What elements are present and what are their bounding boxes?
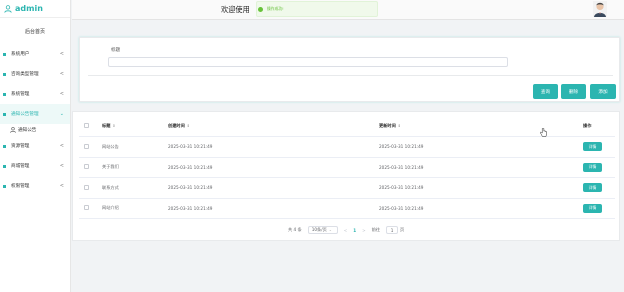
row-checkbox[interactable] <box>84 143 89 149</box>
prev-page-button[interactable]: < <box>344 228 348 233</box>
chevron-left-icon: < <box>59 71 64 77</box>
sidebar-item-notice-management[interactable]: 通知公告管理 ⌄ <box>0 104 70 124</box>
sidebar-item-label: 通知公告管理 <box>11 112 39 117</box>
divider <box>88 75 613 76</box>
sidebar-item-shop[interactable]: 商城管理 < <box>0 156 70 176</box>
welcome-text: 欢迎使用 <box>221 5 250 14</box>
pagination-total: 共 4 条 <box>288 227 302 232</box>
table-panel: 标题 ⇕ 创建时间 ⇕ 更新时间 ⇕ 操作 网站公告 2025-03-31 10:21… <box>72 111 620 241</box>
success-icon <box>258 6 263 12</box>
sidebar-item-label: 系统管理 <box>11 92 30 97</box>
sidebar-subitem-notices[interactable]: 通知公告 <box>0 124 70 136</box>
sidebar: admin 后台首页 系统用户 < 咨询类型管理 < 系统管理 < 通知公告管理… <box>0 0 71 292</box>
sidebar-item-label: 权限管理 <box>11 184 30 189</box>
menu-dot-icon <box>3 52 6 56</box>
pagination: 共 4 条 10条/页 ⌄ < 1 > 前往 1 页 <box>288 225 404 235</box>
notice-table: 标题 ⇕ 创建时间 ⇕ 更新时间 ⇕ 操作 网站公告 2025-03-31 10:21… <box>79 116 615 219</box>
column-header-actions: 操作 <box>583 123 592 128</box>
sidebar-item-resources[interactable]: 资源管理 < <box>0 136 70 156</box>
title-field-label: 标题 <box>111 48 121 53</box>
column-header-updated[interactable]: 更新时间 <box>379 123 396 128</box>
page-size-value: 10条/页 <box>311 227 327 232</box>
add-button[interactable]: 添加 <box>590 84 616 99</box>
logo: admin <box>0 0 70 18</box>
chevron-down-icon: ⌄ <box>328 228 332 232</box>
detail-button[interactable]: 详情 <box>583 203 602 213</box>
detail-button[interactable]: 详情 <box>583 142 602 152</box>
cell-created: 2025-03-31 10:21:49 <box>163 157 374 178</box>
sidebar-item-label: 咨询类型管理 <box>11 72 39 77</box>
chevron-left-icon: < <box>59 91 64 97</box>
page-size-select[interactable]: 10条/页 ⌄ <box>307 226 338 234</box>
column-header-title[interactable]: 标题 <box>102 123 110 128</box>
table-header-row: 标题 ⇕ 创建时间 ⇕ 更新时间 ⇕ 操作 <box>79 116 615 137</box>
top-header: 欢迎使用 操作成功! <box>72 0 624 20</box>
success-toast: 操作成功! <box>256 1 378 17</box>
cell-updated: 2025-03-31 10:21:49 <box>374 177 583 199</box>
chevron-left-icon: < <box>59 143 64 149</box>
delete-button[interactable]: 删除 <box>561 84 586 99</box>
page-number-current[interactable]: 1 <box>353 228 356 233</box>
select-all-checkbox[interactable] <box>84 123 89 128</box>
sort-icon[interactable]: ⇕ <box>187 124 190 128</box>
sort-icon[interactable]: ⇕ <box>398 124 401 128</box>
menu-dot-icon <box>3 72 6 76</box>
toast-message: 操作成功! <box>267 6 284 11</box>
goto-page-input[interactable]: 1 <box>386 226 399 234</box>
sort-icon[interactable]: ⇕ <box>112 124 115 128</box>
cell-created: 2025-03-31 10:21:49 <box>163 198 374 219</box>
row-checkbox[interactable] <box>84 184 89 190</box>
chevron-left-icon: < <box>59 163 64 169</box>
user-icon <box>10 127 16 133</box>
table-row: 关于我们 2025-03-31 10:21:49 2025-03-31 10:2… <box>79 157 615 178</box>
menu-dot-icon <box>3 144 6 148</box>
table-row: 网站介绍 2025-03-31 10:21:49 2025-03-31 10:2… <box>79 198 615 219</box>
sidebar-item-label: 资源管理 <box>11 144 30 149</box>
detail-button[interactable]: 详情 <box>583 162 602 172</box>
sidebar-item-label: 系统用户 <box>11 52 30 57</box>
cell-created: 2025-03-31 10:21:49 <box>163 177 374 199</box>
search-panel: 标题 查询 删除 添加 <box>79 37 620 102</box>
menu-dot-icon <box>3 164 6 168</box>
cell-title: 联系方式 <box>97 177 163 199</box>
avatar[interactable] <box>593 1 607 17</box>
query-button[interactable]: 查询 <box>533 84 558 99</box>
goto-prefix: 前往 <box>371 227 381 232</box>
chevron-down-icon: ⌄ <box>59 111 64 117</box>
sidebar-item-label: 商城管理 <box>11 164 30 169</box>
chevron-left-icon: < <box>59 51 64 57</box>
sidebar-item-home[interactable]: 后台首页 <box>0 18 70 44</box>
table-row: 网站公告 2025-03-31 10:21:49 2025-03-31 10:2… <box>79 136 615 158</box>
user-icon <box>4 4 12 13</box>
row-checkbox[interactable] <box>84 164 89 170</box>
table-row: 联系方式 2025-03-31 10:21:49 2025-03-31 10:2… <box>79 177 615 199</box>
sidebar-subitem-label: 通知公告 <box>18 128 37 133</box>
cell-updated: 2025-03-31 10:21:49 <box>374 136 583 158</box>
logo-text: admin <box>15 4 43 13</box>
hand-cursor-icon <box>540 128 547 137</box>
sidebar-item-permissions[interactable]: 权限管理 < <box>0 176 70 196</box>
menu-dot-icon <box>3 92 6 96</box>
column-header-created[interactable]: 创建时间 <box>168 123 185 128</box>
chevron-left-icon: < <box>59 183 64 189</box>
title-search-input[interactable] <box>108 57 508 67</box>
sidebar-item-system-users[interactable]: 系统用户 < <box>0 44 70 64</box>
cell-title: 网站公告 <box>97 136 163 158</box>
cell-updated: 2025-03-31 10:21:49 <box>374 157 583 178</box>
goto-suffix: 页 <box>400 227 405 232</box>
menu-dot-icon <box>3 184 6 188</box>
cell-title: 网站介绍 <box>97 198 163 219</box>
sidebar-item-system-management[interactable]: 系统管理 < <box>0 84 70 104</box>
cell-updated: 2025-03-31 10:21:49 <box>374 198 583 219</box>
detail-button[interactable]: 详情 <box>583 183 602 193</box>
menu-dot-icon <box>3 112 6 116</box>
row-checkbox[interactable] <box>84 205 89 211</box>
cell-title: 关于我们 <box>97 157 163 178</box>
next-page-button[interactable]: > <box>362 228 366 233</box>
cell-created: 2025-03-31 10:21:49 <box>163 136 374 158</box>
sidebar-item-consult-types[interactable]: 咨询类型管理 < <box>0 64 70 84</box>
